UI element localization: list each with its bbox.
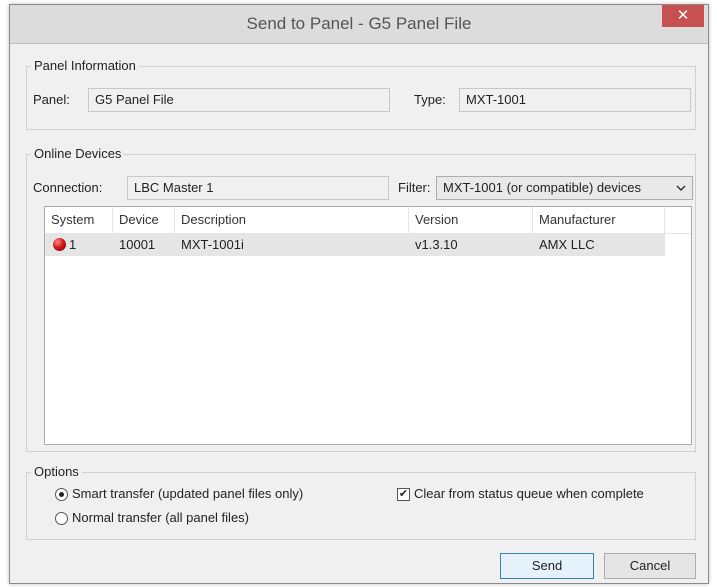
panel-information-group: Panel Information Panel: G5 Panel File T… <box>26 58 696 130</box>
online-devices-label: Online Devices <box>31 146 125 161</box>
column-version[interactable]: Version <box>409 207 533 233</box>
panel-information-label: Panel Information <box>31 58 139 73</box>
manufacturer-cell: AMX LLC <box>539 237 595 252</box>
system-value: 1 <box>69 237 77 252</box>
title-bar[interactable]: Send to Panel - G5 Panel File ✕ <box>10 5 708 44</box>
column-manufacturer[interactable]: Manufacturer <box>533 207 665 233</box>
panel-name-field: G5 Panel File <box>88 88 390 112</box>
table-row[interactable]: 1 10001 MXT-1001i v1.3.10 AMX LLC <box>45 234 665 256</box>
cancel-button[interactable]: Cancel <box>604 553 696 579</box>
device-cell: 10001 <box>119 237 156 252</box>
connection-label: Connection: <box>33 180 103 195</box>
column-system[interactable]: System <box>45 207 113 233</box>
description-cell: MXT-1001i <box>181 237 244 252</box>
devices-list-header: System Device Description Version Manufa… <box>45 207 691 234</box>
online-devices-group: Online Devices Connection: LBC Master 1 … <box>26 146 696 452</box>
close-icon: ✕ <box>676 7 690 24</box>
normal-transfer-label[interactable]: Normal transfer (all panel files) <box>72 510 249 525</box>
panel-label: Panel: <box>33 92 70 107</box>
devices-list[interactable]: System Device Description Version Manufa… <box>44 206 692 445</box>
connection-field: LBC Master 1 <box>127 176 389 200</box>
send-to-panel-dialog: Send to Panel - G5 Panel File ✕ Panel In… <box>9 4 709 584</box>
smart-transfer-radio[interactable] <box>55 488 68 501</box>
close-button[interactable]: ✕ <box>662 5 704 27</box>
filter-dropdown[interactable]: MXT-1001 (or compatible) devices <box>436 176 693 200</box>
clear-queue-checkbox[interactable]: ✔ <box>397 488 410 501</box>
window-title: Send to Panel - G5 Panel File <box>246 14 472 33</box>
filter-label: Filter: <box>398 180 431 195</box>
options-label: Options <box>31 464 82 479</box>
column-device[interactable]: Device <box>113 207 175 233</box>
chevron-down-icon <box>676 177 686 207</box>
send-button[interactable]: Send <box>500 553 594 579</box>
panel-type-field: MXT-1001 <box>459 88 691 112</box>
clear-queue-label[interactable]: Clear from status queue when complete <box>414 486 644 501</box>
system-cell: 1 <box>47 234 113 256</box>
smart-transfer-label[interactable]: Smart transfer (updated panel files only… <box>72 486 303 501</box>
column-description[interactable]: Description <box>175 207 409 233</box>
normal-transfer-radio[interactable] <box>55 512 68 525</box>
filter-selected-value: MXT-1001 (or compatible) devices <box>443 180 641 195</box>
status-indicator-icon <box>53 238 66 251</box>
version-cell: v1.3.10 <box>415 237 458 252</box>
type-label: Type: <box>414 92 446 107</box>
checkmark-icon: ✔ <box>398 488 409 500</box>
options-group: Options Smart transfer (updated panel fi… <box>26 464 696 540</box>
